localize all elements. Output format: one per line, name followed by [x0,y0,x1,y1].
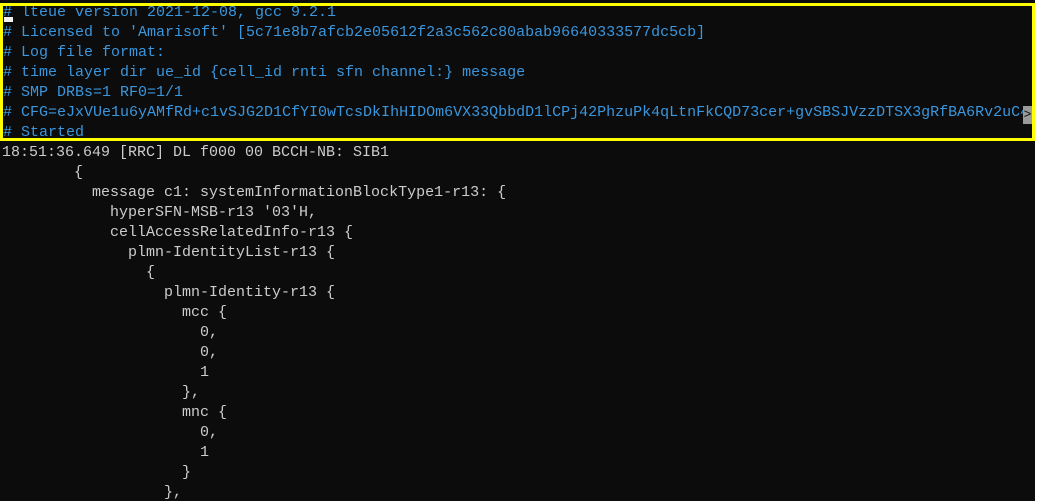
log-line: cellAccessRelatedInfo-r13 { [2,224,354,241]
log-line: { [2,264,156,281]
log-line: 0, [2,344,219,361]
log-line: 1 [2,364,210,381]
header-line: # SMP DRBs=1 RF0=1/1 [3,84,184,101]
log-line: 0, [2,424,219,441]
log-line: 0, [2,324,219,341]
log-line: plmn-IdentityList-r13 { [2,244,336,261]
log-line: hyperSFN-MSB-r13 '03'H, [2,204,318,221]
log-line: plmn-Identity-r13 { [2,284,336,301]
text-cursor [4,17,13,22]
log-line: 18:51:36.649 [RRC] DL f000 00 BCCH-NB: S… [2,144,390,161]
highlighted-header-block: # lteue version 2021-12-08, gcc 9.2.1 # … [0,3,1035,141]
header-line: # Started [3,124,85,141]
header-line: # time layer dir ue_id {cell_id rnti sfn… [3,64,526,81]
log-line: message c1: systemInformationBlockType1-… [2,184,507,201]
log-line: 1 [2,444,210,461]
log-line: }, [2,484,183,501]
log-line: mcc { [2,304,228,321]
log-line: { [2,164,84,181]
terminal-window[interactable]: # lteue version 2021-12-08, gcc 9.2.1 # … [0,0,1035,501]
header-line: # lteue version 2021-12-08, gcc 9.2.1 [3,4,337,21]
header-line: # Licensed to 'Amarisoft' [5c71e8b7afcb2… [3,24,706,41]
log-line: } [2,464,192,481]
line-overflow-indicator: > [1023,106,1032,124]
log-line: mnc { [2,404,228,421]
log-line: }, [2,384,201,401]
header-line: # CFG=eJxVUe1u6yAMfRd+c1vSJG2D1CfYI0wTcs… [3,104,1030,121]
header-line: # Log file format: [3,44,166,61]
log-output: 18:51:36.649 [RRC] DL f000 00 BCCH-NB: S… [2,143,506,501]
